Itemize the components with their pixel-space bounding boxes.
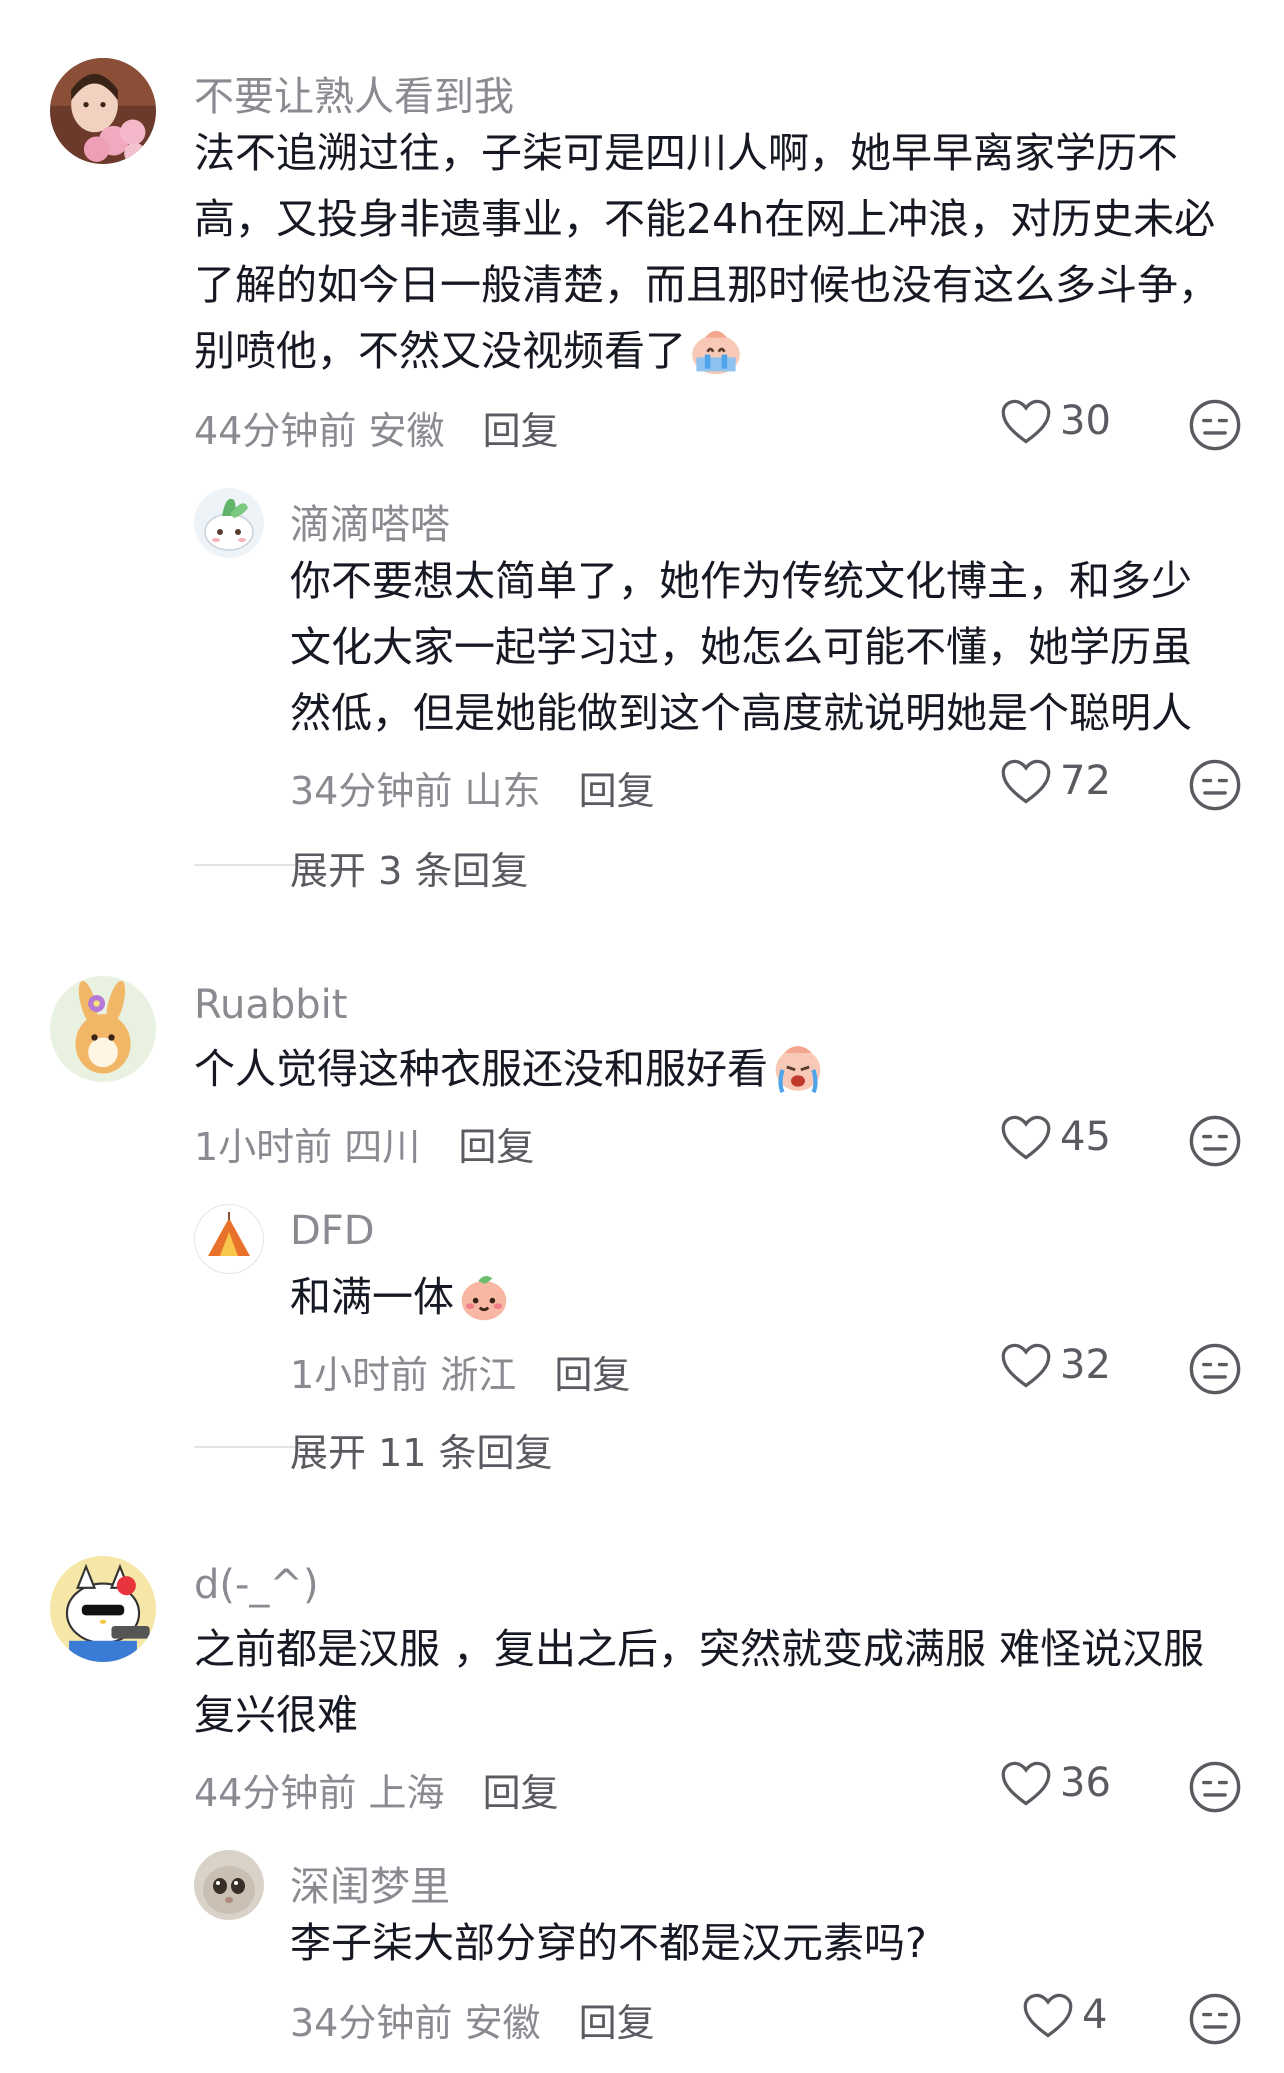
comment-time: 44分钟前 [194, 409, 357, 453]
reply-text: 你不要想太简单了，她作为传统文化博主，和多少文化大家一起学习过，她怎么可能不懂，… [290, 557, 1192, 737]
like-button[interactable]: 4 [1022, 1992, 1107, 2040]
reply-text: 和满一体 [290, 1264, 1230, 1330]
like-button[interactable]: 32 [1000, 1342, 1111, 1390]
meh-face-icon[interactable] [1188, 1760, 1242, 1814]
comment-meta: 1小时前 四川 回复 [194, 1116, 534, 1171]
reply-time: 34分钟前 [290, 2001, 453, 2045]
comment-location: 上海 [368, 1771, 445, 1815]
expand-replies-button[interactable]: 展开 3 条回复 [290, 840, 528, 895]
reply-button[interactable]: 回复 [554, 1353, 630, 1397]
like-button[interactable]: 36 [1000, 1760, 1111, 1808]
comment-time: 1小时前 [194, 1125, 333, 1169]
reply-button[interactable]: 回复 [483, 409, 559, 453]
reply-meta: 34分钟前 安徽 回复 [290, 1992, 655, 2047]
meh-face-icon[interactable] [1188, 1342, 1242, 1396]
reply-button[interactable]: 回复 [483, 1771, 559, 1815]
like-count: 45 [1060, 1114, 1111, 1160]
heart-outline-icon [1000, 1114, 1060, 1160]
meh-face-icon[interactable] [1188, 758, 1242, 812]
like-count: 30 [1060, 398, 1111, 444]
reply-button[interactable]: 回复 [458, 1125, 534, 1169]
heart-outline-icon [1000, 1760, 1060, 1806]
crying-emoji [688, 321, 744, 377]
reply-meta: 1小时前 浙江 回复 [290, 1344, 630, 1399]
expand-replies-button[interactable]: 展开 11 条回复 [290, 1422, 553, 1477]
expand-divider [194, 864, 302, 866]
like-button[interactable]: 30 [1000, 398, 1111, 446]
like-count: 4 [1082, 1992, 1108, 2038]
avatar[interactable] [194, 1850, 264, 1920]
reply-location: 浙江 [440, 1353, 517, 1397]
meh-face-icon[interactable] [1188, 1992, 1242, 2046]
expand-divider [194, 1446, 302, 1448]
comment-meta: 44分钟前 上海 回复 [194, 1762, 559, 1817]
like-button[interactable]: 72 [1000, 758, 1111, 806]
avatar[interactable] [50, 1556, 156, 1662]
meh-face-icon[interactable] [1188, 398, 1242, 452]
comment-text-body: 个人觉得这种衣服还没和服好看 [194, 1045, 768, 1093]
like-button[interactable]: 45 [1000, 1114, 1111, 1162]
comment-location: 安徽 [368, 409, 445, 453]
reply-username[interactable]: 深闺梦里 [290, 1854, 450, 1912]
comment-location: 四川 [344, 1125, 421, 1169]
comment-username[interactable]: d(-_^) [194, 1562, 319, 1608]
reply-username[interactable]: DFD [290, 1208, 375, 1254]
comment-meta: 44分钟前 安徽 回复 [194, 400, 559, 455]
reply-location: 安徽 [464, 2001, 541, 2045]
meh-face-icon[interactable] [1188, 1114, 1242, 1168]
heart-outline-icon [1000, 1342, 1060, 1388]
reply-text-body: 和满一体 [290, 1273, 454, 1321]
like-count: 32 [1060, 1342, 1111, 1388]
avatar[interactable] [50, 58, 156, 164]
reply-button[interactable]: 回复 [579, 2001, 655, 2045]
reply-location: 山东 [464, 769, 541, 813]
avatar[interactable] [50, 976, 156, 1082]
comment-text: 个人觉得这种衣服还没和服好看 [194, 1036, 1244, 1102]
comment-username[interactable]: 不要让熟人看到我 [194, 64, 514, 122]
reply-meta: 34分钟前 山东 回复 [290, 760, 655, 815]
reply-time: 34分钟前 [290, 769, 453, 813]
heart-outline-icon [1022, 1992, 1082, 2038]
peach-face-emoji [456, 1267, 512, 1323]
like-count: 72 [1060, 758, 1111, 804]
heart-outline-icon [1000, 398, 1060, 444]
sobbing-emoji [770, 1039, 826, 1095]
comment-username[interactable]: Ruabbit [194, 982, 347, 1028]
reply-username[interactable]: 滴滴嗒嗒 [290, 492, 450, 550]
avatar[interactable] [194, 1204, 264, 1274]
comment-time: 44分钟前 [194, 1771, 357, 1815]
comment-text: 之前都是汉服 ，复出之后，突然就变成满服 难怪说汉服复兴很难 [194, 1625, 1205, 1739]
comment-text: 法不追溯过往，子柒可是四川人啊，她早早离家学历不高，又投身非遗事业，不能24h在… [194, 120, 1244, 384]
like-count: 36 [1060, 1760, 1111, 1806]
avatar[interactable] [194, 488, 264, 558]
reply-time: 1小时前 [290, 1353, 429, 1397]
reply-button[interactable]: 回复 [579, 769, 655, 813]
heart-outline-icon [1000, 758, 1060, 804]
reply-text: 李子柒大部分穿的不都是汉元素吗? [290, 1919, 927, 1967]
